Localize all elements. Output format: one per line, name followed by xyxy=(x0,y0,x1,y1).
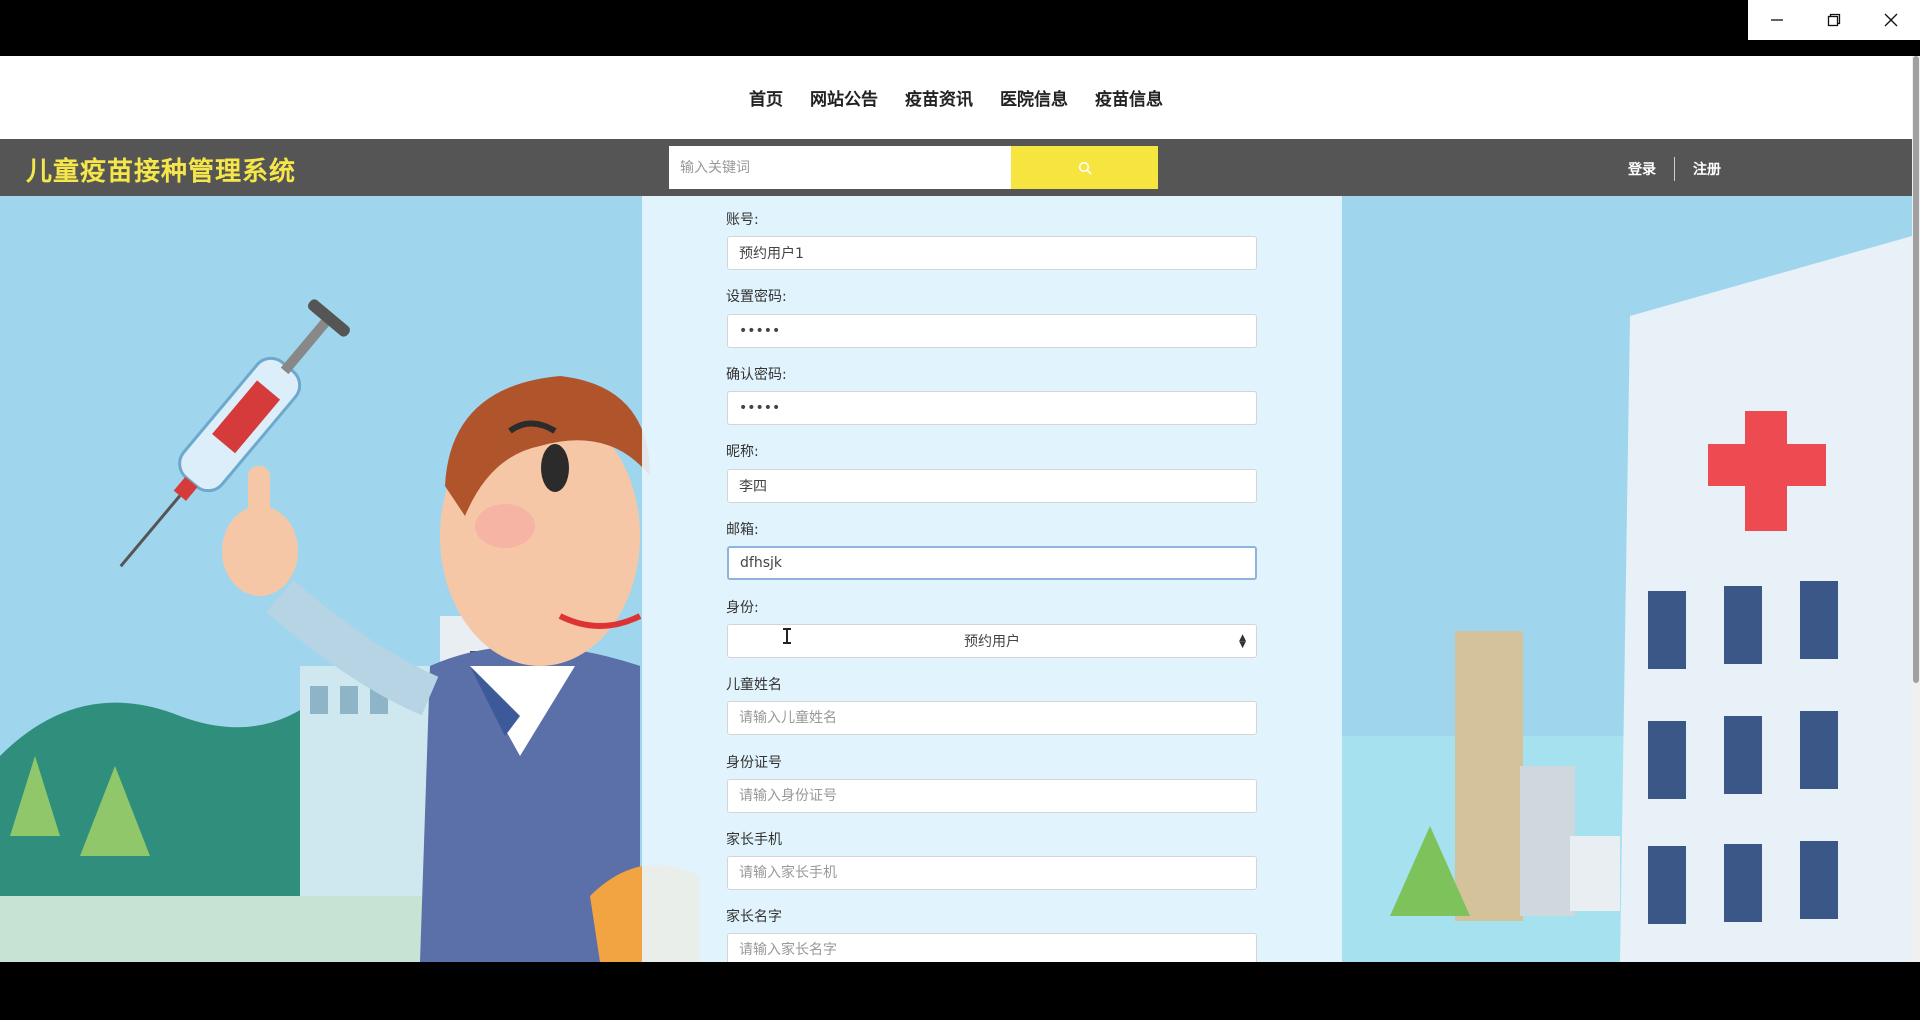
role-select[interactable]: 预约用户 ▲ ▼ xyxy=(727,624,1257,658)
password-input[interactable] xyxy=(727,314,1257,348)
close-icon[interactable] xyxy=(1862,0,1919,40)
window-titlebar xyxy=(0,0,1920,56)
id-number-input[interactable] xyxy=(727,779,1257,813)
minimize-icon[interactable] xyxy=(1748,0,1805,40)
taskbar-area xyxy=(0,962,1920,1020)
auth-links: 登录 注册 xyxy=(1628,157,1721,181)
register-link[interactable]: 注册 xyxy=(1693,159,1721,179)
top-nav: 首页 网站公告 疫苗资讯 医院信息 疫苗信息 xyxy=(0,56,1912,139)
password-label: 设置密码: xyxy=(726,289,787,305)
nav-home[interactable]: 首页 xyxy=(749,85,783,110)
login-link[interactable]: 登录 xyxy=(1628,159,1656,179)
parent-phone-input[interactable] xyxy=(727,856,1257,890)
account-input[interactable] xyxy=(727,236,1257,270)
page-scrollbar[interactable] xyxy=(1912,56,1920,962)
role-label: 身份: xyxy=(726,600,759,616)
parent-name-label: 家长名字 xyxy=(726,909,782,925)
search-input[interactable] xyxy=(669,146,1011,189)
role-select-value: 预约用户 xyxy=(964,634,1020,650)
nav-vaccine-news[interactable]: 疫苗资讯 xyxy=(905,85,973,110)
site-header: 儿童疫苗接种管理系统 登录 注册 xyxy=(0,139,1912,196)
search-icon xyxy=(1078,161,1092,175)
id-number-label: 身份证号 xyxy=(726,755,782,771)
scroll-thumb[interactable] xyxy=(1913,56,1919,683)
browser-viewport: 首页 网站公告 疫苗资讯 医院信息 疫苗信息 儿童疫苗接种管理系统 登录 注册 xyxy=(0,56,1920,962)
nickname-label: 昵称: xyxy=(726,444,759,460)
auth-divider xyxy=(1674,157,1675,181)
email-input[interactable] xyxy=(727,546,1257,580)
child-name-input[interactable] xyxy=(727,701,1257,735)
nav-hospital-info[interactable]: 医院信息 xyxy=(1000,85,1068,110)
site-title: 儿童疫苗接种管理系统 xyxy=(26,157,297,187)
window-controls xyxy=(1748,0,1920,40)
search-bar xyxy=(669,146,1158,189)
account-label: 账号: xyxy=(726,212,759,228)
nav-vaccine-info[interactable]: 疫苗信息 xyxy=(1095,85,1163,110)
nickname-input[interactable] xyxy=(727,469,1257,503)
parent-name-input[interactable] xyxy=(727,933,1257,962)
restore-icon[interactable] xyxy=(1805,0,1862,40)
email-label: 邮箱: xyxy=(726,522,759,538)
select-caret-icon: ▲ ▼ xyxy=(1239,633,1246,650)
confirm-password-input[interactable] xyxy=(727,391,1257,425)
confirm-password-label: 确认密码: xyxy=(726,367,787,383)
search-button[interactable] xyxy=(1011,146,1158,189)
text-cursor xyxy=(783,628,791,644)
nav-announcements[interactable]: 网站公告 xyxy=(810,85,878,110)
parent-phone-label: 家长手机 xyxy=(726,832,782,848)
child-name-label: 儿童姓名 xyxy=(726,677,782,693)
